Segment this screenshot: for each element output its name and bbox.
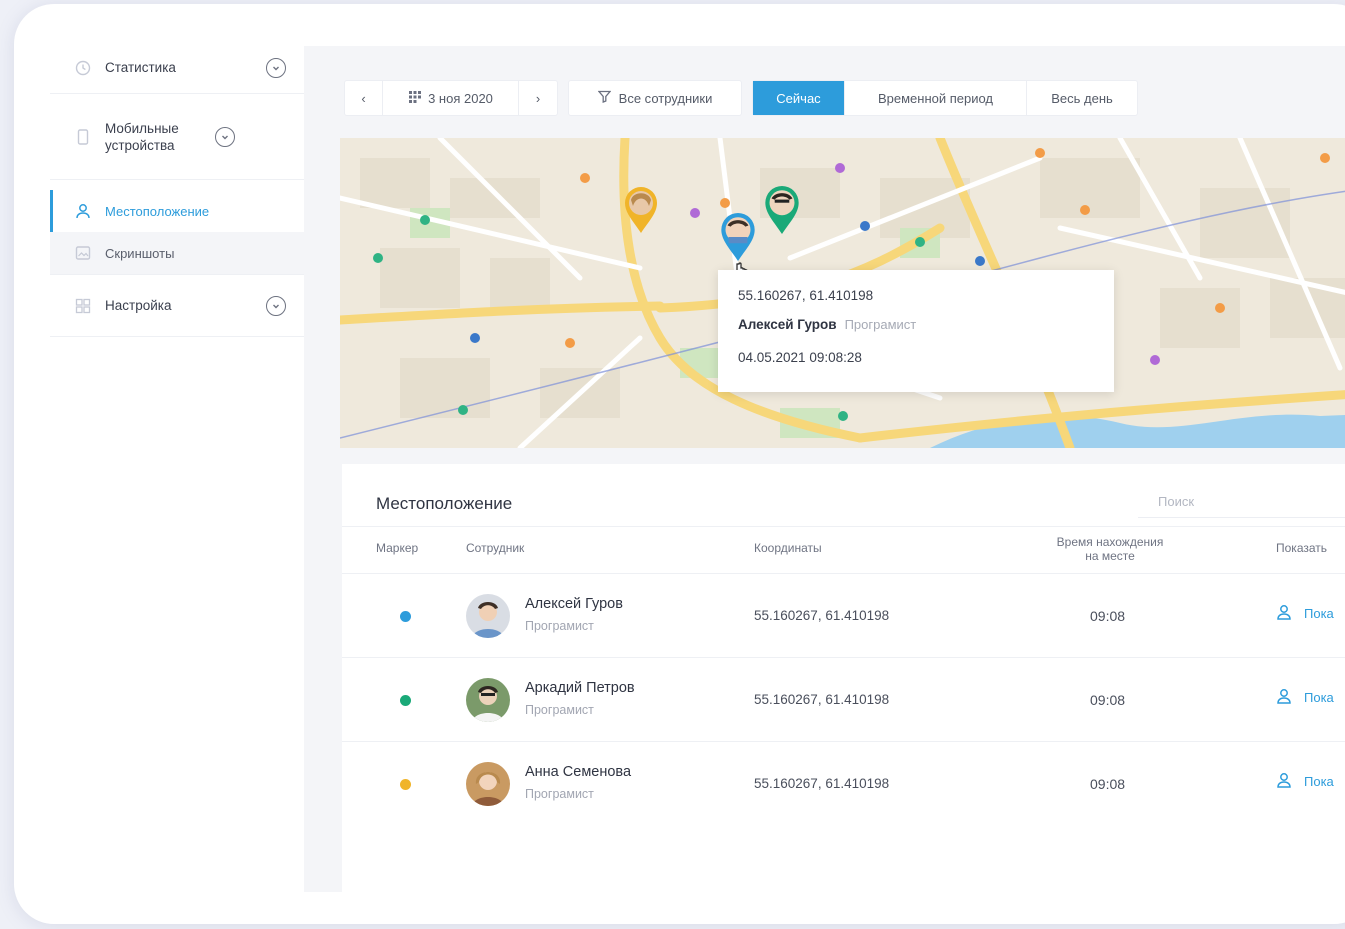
header-employee: Сотрудник xyxy=(466,541,525,555)
filter-label: Все сотрудники xyxy=(618,90,713,106)
employee-name: Анна Семенова xyxy=(525,764,632,780)
sidebar: Статистика Мобильные устройства Местопол… xyxy=(50,42,304,892)
popup-timestamp: 04.05.2021 09:08:28 xyxy=(738,350,862,365)
map-pin-arkadiy[interactable] xyxy=(764,185,799,234)
calendar-icon xyxy=(408,90,422,107)
show-label: Пока xyxy=(1304,690,1334,705)
location-table-card: Местоположение Поиск Маркер Сотрудник Ко… xyxy=(342,464,1345,892)
header-time-line2: на месте xyxy=(1085,549,1135,563)
avatar xyxy=(466,678,510,722)
show-on-map-link[interactable]: Пока xyxy=(1276,772,1334,791)
tab-whole-day[interactable]: Весь день xyxy=(1027,81,1137,115)
employee-coordinates: 55.160267, 61.410198 xyxy=(754,776,890,791)
time-mode-tabs: Сейчас Временной период Весь день xyxy=(752,80,1138,116)
user-pin-icon xyxy=(1276,604,1292,623)
tab-time-period[interactable]: Временной период xyxy=(845,81,1027,115)
sidebar-item-statistics[interactable]: Статистика xyxy=(50,42,304,94)
filter-icon xyxy=(597,90,612,106)
date-picker: ‹ 3 ноя 2020 › xyxy=(344,80,558,116)
card-title: Местоположение xyxy=(376,494,513,513)
map-pin-aleksey[interactable] xyxy=(720,212,755,261)
employee-coordinates: 55.160267, 61.410198 xyxy=(754,608,890,623)
employee-filter: Все сотрудники xyxy=(568,80,742,116)
date-label: 3 ноя 2020 xyxy=(428,90,493,106)
sidebar-item-label: Мобильные устройства xyxy=(105,120,179,153)
location-map[interactable]: 55.160267, 61.410198 Алексей Гуров Програ… xyxy=(340,138,1345,448)
sidebar-item-label: Местоположение xyxy=(105,203,210,219)
header-show: Показать xyxy=(1276,541,1328,555)
main-content: ‹ 3 ноя 2020 › Все сотрудники Сейчас Вре… xyxy=(304,46,1345,892)
grid-icon xyxy=(74,297,92,315)
sidebar-submenu: Местоположение Скриншоты xyxy=(50,190,304,275)
sidebar-item-label: Скриншоты xyxy=(105,245,175,261)
time-at-place: 09:08 xyxy=(1090,692,1126,708)
table-row[interactable]: Анна Семенова Програмист 55.160267, 61.4… xyxy=(342,742,1345,826)
header-marker: Маркер xyxy=(376,541,419,555)
table-row[interactable]: Аркадий Петров Програмист 55.160267, 61.… xyxy=(342,658,1345,742)
sidebar-item-screenshots[interactable]: Скриншоты xyxy=(50,232,304,274)
table-row[interactable]: Алексей Гуров Програмист 55.160267, 61.4… xyxy=(342,574,1345,658)
time-at-place: 09:08 xyxy=(1090,776,1126,792)
sidebar-item-label: Статистика xyxy=(105,60,176,75)
date-button[interactable]: 3 ноя 2020 xyxy=(383,81,519,115)
sidebar-item-settings[interactable]: Настройка xyxy=(50,275,304,337)
marker-dot xyxy=(400,611,411,622)
user-icon xyxy=(74,202,92,220)
sidebar-item-mobile-devices[interactable]: Мобильные устройства xyxy=(50,94,304,180)
popup-role: Програмист xyxy=(844,317,917,332)
show-on-map-link[interactable]: Пока xyxy=(1276,688,1334,707)
user-pin-icon xyxy=(1276,688,1292,707)
popup-coordinates: 55.160267, 61.410198 xyxy=(738,288,874,303)
header-time-line1: Время нахождения xyxy=(1056,535,1164,549)
phone-icon xyxy=(74,128,92,146)
chevron-down-icon[interactable] xyxy=(266,57,286,78)
marker-dot xyxy=(400,695,411,706)
sidebar-item-label: Настройка xyxy=(105,298,172,313)
time-at-place: 09:08 xyxy=(1090,608,1126,624)
employee-name: Аркадий Петров xyxy=(525,680,635,696)
prev-day-button[interactable]: ‹ xyxy=(345,81,383,115)
header-coordinates: Координаты xyxy=(754,541,822,555)
image-icon xyxy=(74,244,92,262)
marker-dot xyxy=(400,779,411,790)
avatar xyxy=(466,594,510,638)
show-label: Пока xyxy=(1304,606,1334,621)
table-header: Маркер Сотрудник Координаты Время нахожд… xyxy=(342,526,1345,574)
employee-role: Програмист xyxy=(525,619,594,633)
chevron-down-icon[interactable] xyxy=(266,295,286,316)
map-pin-anna[interactable] xyxy=(624,186,658,233)
header-time-at-place: Время нахождения на месте xyxy=(1042,535,1178,563)
popup-employee: Алексей Гуров Програмист xyxy=(738,317,1094,332)
clock-icon xyxy=(74,59,92,77)
next-day-button[interactable]: › xyxy=(519,81,557,115)
toolbar: ‹ 3 ноя 2020 › Все сотрудники Сейчас Вре… xyxy=(344,80,1138,116)
tab-now[interactable]: Сейчас xyxy=(753,81,845,115)
avatar xyxy=(466,762,510,806)
employee-coordinates: 55.160267, 61.410198 xyxy=(754,692,890,707)
employee-role: Програмист xyxy=(525,703,594,717)
sidebar-item-location[interactable]: Местоположение xyxy=(50,190,304,232)
app-window: Статистика Мобильные устройства Местопол… xyxy=(14,4,1345,924)
employee-filter-button[interactable]: Все сотрудники xyxy=(569,81,741,115)
show-on-map-link[interactable]: Пока xyxy=(1276,604,1334,623)
map-popup: 55.160267, 61.410198 Алексей Гуров Програ… xyxy=(718,270,1114,392)
employee-name: Алексей Гуров xyxy=(525,596,623,612)
chevron-down-icon[interactable] xyxy=(215,126,235,147)
show-label: Пока xyxy=(1304,774,1334,789)
search-input[interactable]: Поиск xyxy=(1138,482,1345,518)
employee-role: Програмист xyxy=(525,787,594,801)
popup-name: Алексей Гуров xyxy=(738,317,837,332)
user-pin-icon xyxy=(1276,772,1292,791)
